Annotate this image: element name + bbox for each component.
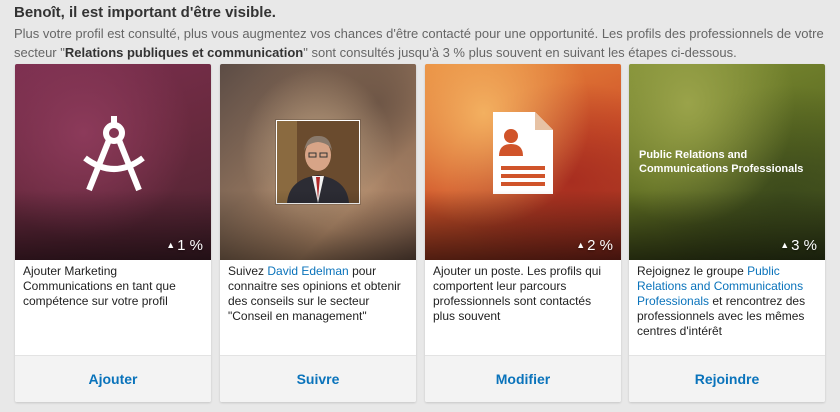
card-image: ▲ 2 % [425,64,621,260]
boost-percent: 3 % [791,237,817,254]
edit-button[interactable]: Modifier [425,355,621,402]
card-image [220,64,416,260]
page-title: Benoît, il est important d'être visible. [14,4,276,21]
page-description: Plus votre profil est consulté, plus vou… [14,24,829,62]
header: Benoît, il est important d'être visible.… [14,4,829,62]
join-button[interactable]: Rejoindre [629,355,825,402]
card-follow-person: Suivez David Edelman pour connaitre ses … [220,64,416,402]
card-image: Public Relations and Communications Prof… [629,64,825,260]
compass-icon [83,116,145,192]
card-text: Ajouter Marketing Communications en tant… [23,264,176,308]
up-arrow-icon: ▲ [780,240,790,250]
visibility-boost: ▲ 1 % [166,237,203,254]
card-text-start: Rejoignez le groupe [637,264,748,278]
boost-percent: 2 % [587,237,613,254]
card-join-group: Public Relations and Communications Prof… [629,64,825,402]
description-text-end: " sont consultés jusqu'à 3 % plus souven… [303,45,737,60]
group-name-banner: Public Relations and Communications Prof… [639,149,804,175]
card-text: Rejoignez le groupe Public Relations and… [637,264,812,339]
card-image: ▲ 1 % [15,64,211,260]
follow-button[interactable]: Suivre [220,355,416,402]
up-arrow-icon: ▲ [576,240,586,250]
add-skill-button[interactable]: Ajouter [15,355,211,402]
card-add-skill: ▲ 1 % Ajouter Marketing Communications en… [15,64,211,402]
image-shade [220,190,416,260]
sector-name: Relations publiques et communication [64,45,304,60]
suggestion-cards: ▲ 1 % Ajouter Marketing Communications en… [15,64,825,402]
card-add-position: ▲ 2 % Ajouter un poste. Les profils qui c… [425,64,621,402]
person-link[interactable]: David Edelman [267,264,348,278]
visibility-boost: ▲ 2 % [576,237,613,254]
up-arrow-icon: ▲ [166,240,176,250]
card-text-start: Suivez [228,264,268,278]
boost-percent: 1 % [177,237,203,254]
visibility-boost: ▲ 3 % [780,237,817,254]
card-text: Ajouter un poste. Les profils qui compor… [433,264,602,323]
document-icon [493,112,553,194]
card-text: Suivez David Edelman pour connaitre ses … [228,264,403,324]
